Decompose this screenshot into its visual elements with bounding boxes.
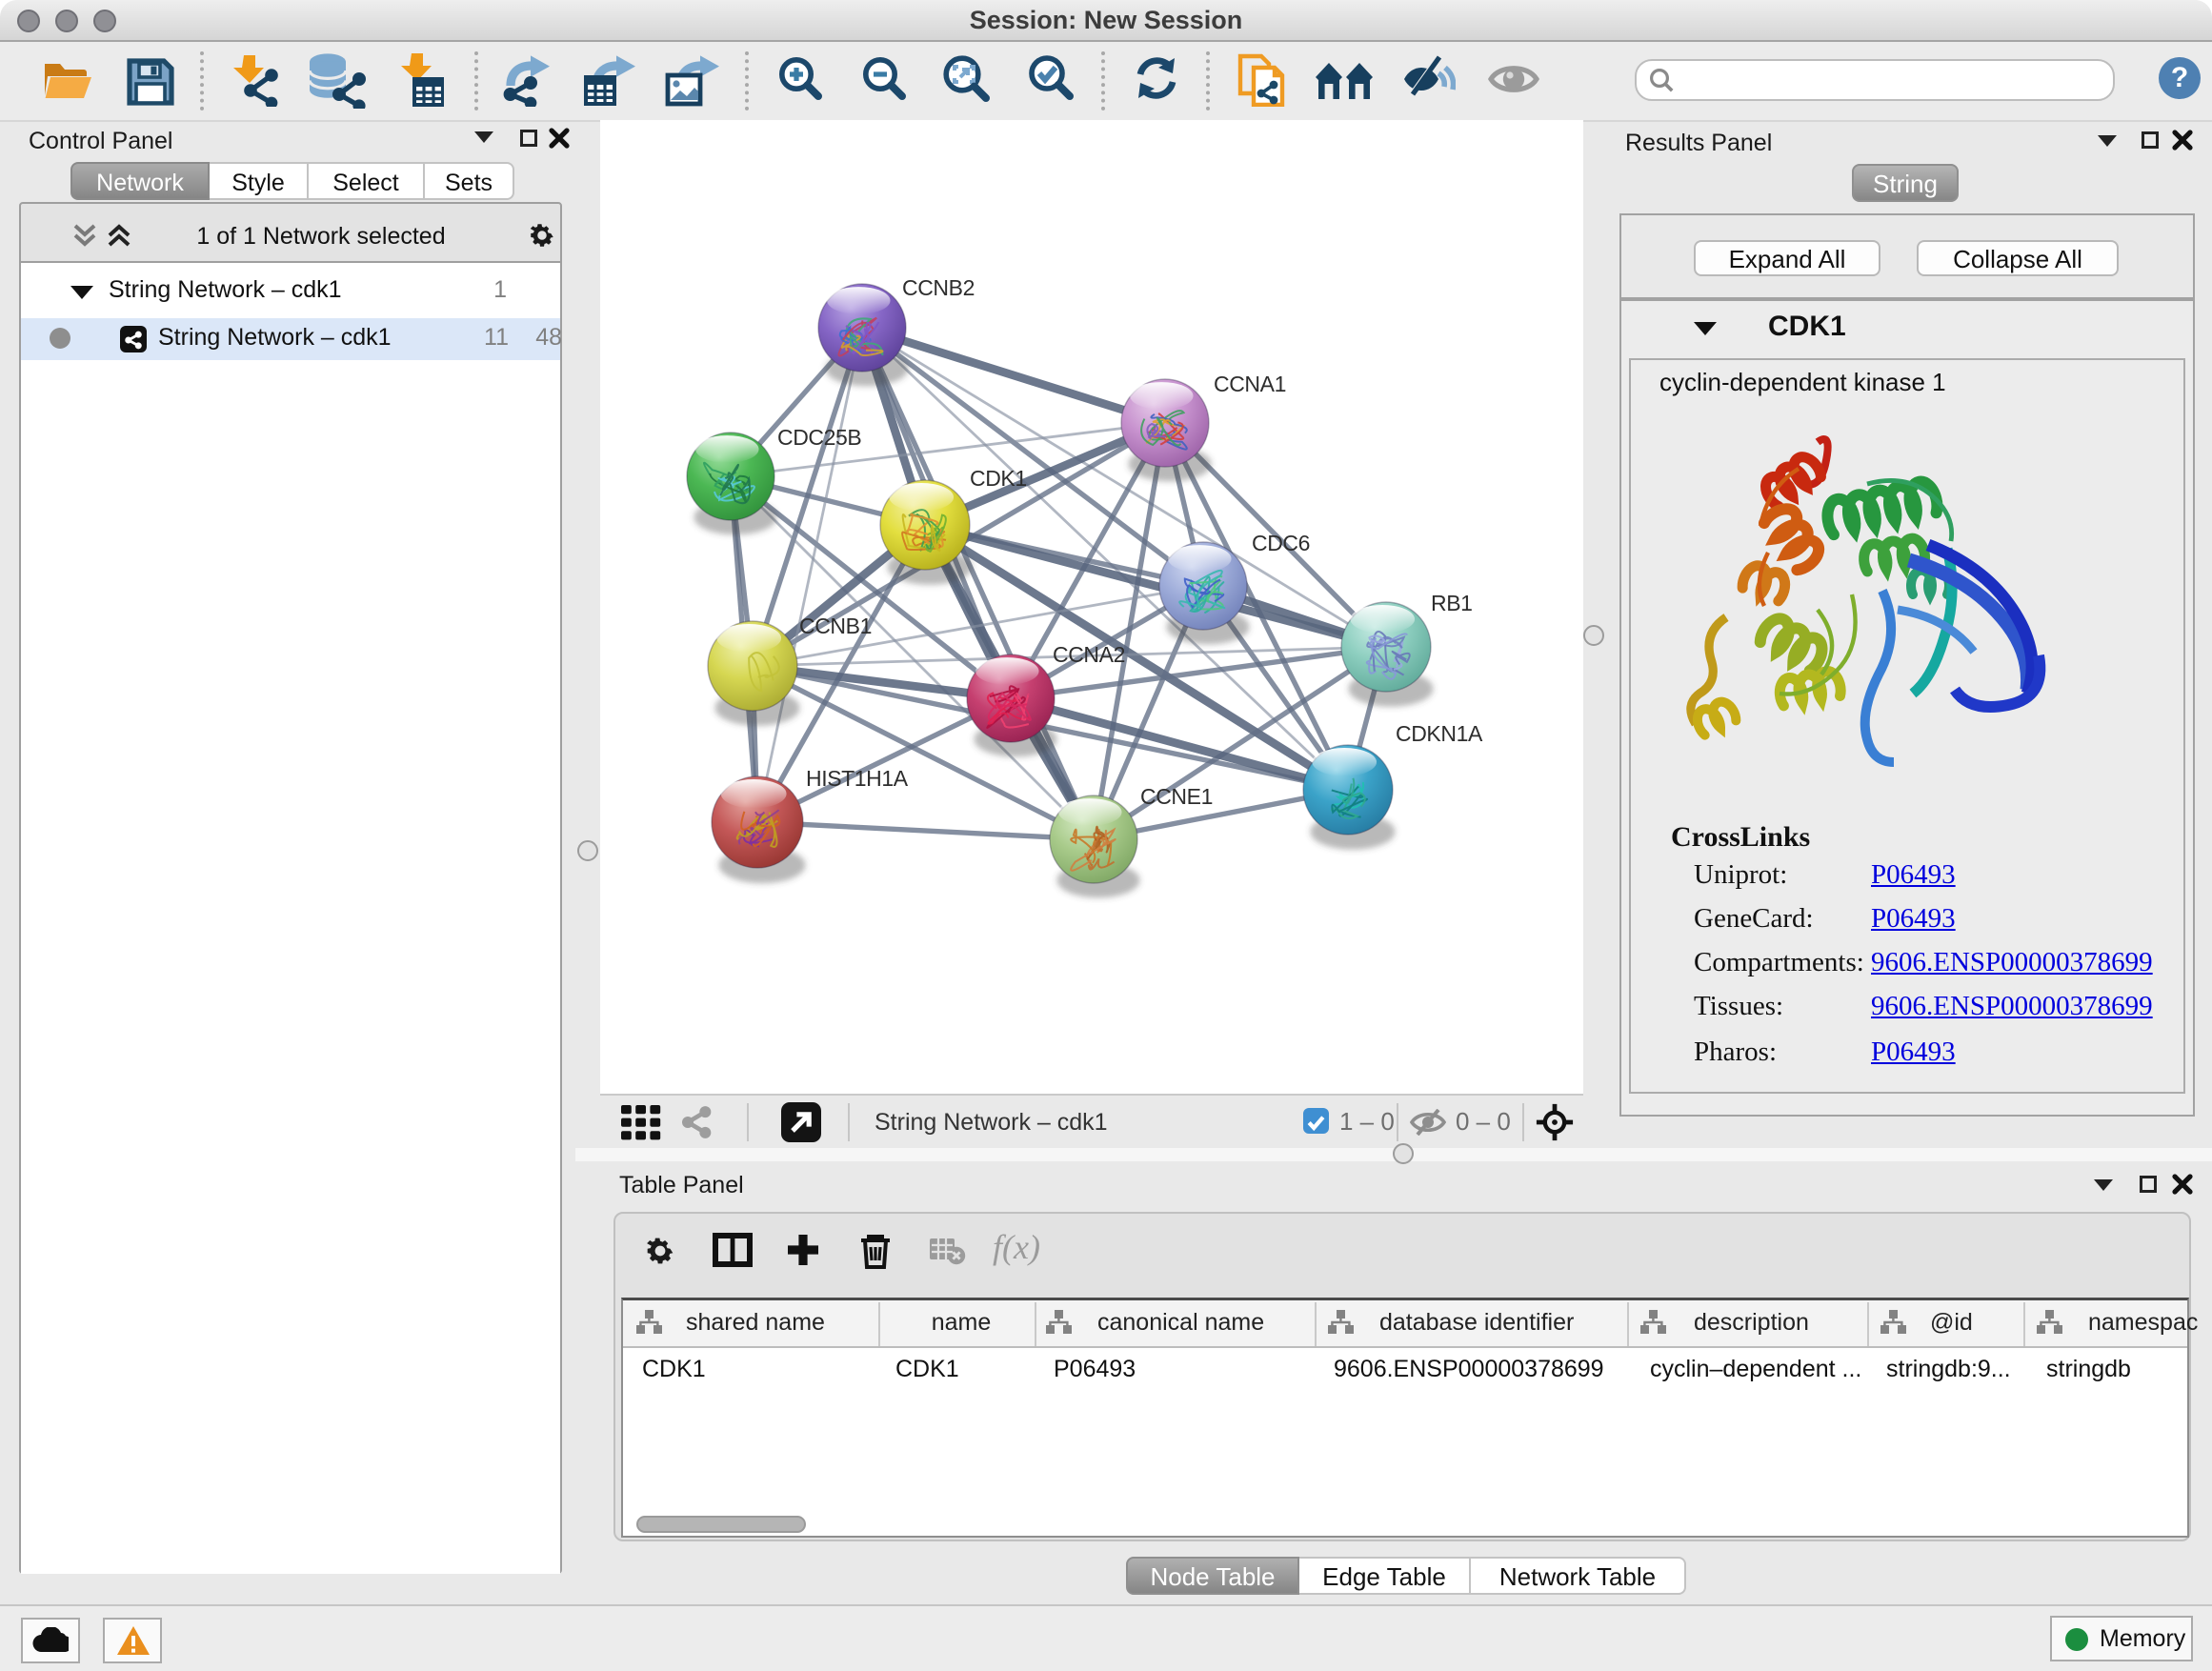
svg-text:CDC25B: CDC25B (777, 425, 861, 450)
svg-text:CDKN1A: CDKN1A (1396, 721, 1483, 746)
svg-text:RB1: RB1 (1431, 591, 1473, 615)
svg-text:CCNB2: CCNB2 (902, 275, 975, 300)
svg-text:CCNA1: CCNA1 (1214, 372, 1286, 396)
svg-text:CCNB1: CCNB1 (799, 614, 872, 638)
svg-text:CDK1: CDK1 (970, 466, 1027, 491)
svg-text:CCNE1: CCNE1 (1140, 784, 1213, 809)
svg-text:CDC6: CDC6 (1252, 531, 1310, 555)
svg-text:CCNA2: CCNA2 (1053, 642, 1125, 667)
svg-text:HIST1H1A: HIST1H1A (806, 766, 909, 791)
